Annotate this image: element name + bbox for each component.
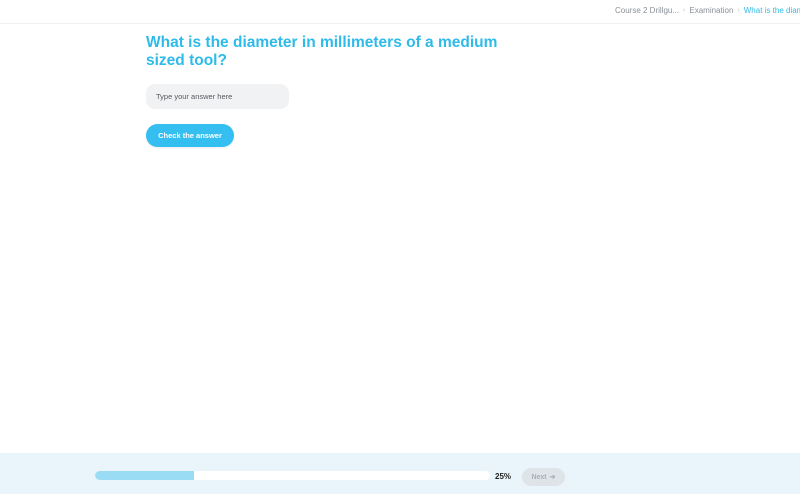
- footer-bar: 25% Next ➔: [0, 453, 800, 494]
- breadcrumb-course[interactable]: Course 2 Drillgu...: [615, 6, 679, 15]
- breadcrumb-separator: ›: [683, 7, 686, 14]
- progress-percentage: 25%: [495, 472, 512, 481]
- answer-input[interactable]: [146, 84, 289, 109]
- top-bar: Course 2 Drillgu... › Examination › What…: [0, 0, 800, 24]
- next-button-label: Next: [531, 473, 547, 481]
- check-answer-button[interactable]: Check the answer: [146, 124, 234, 147]
- arrow-right-icon: ➔: [549, 474, 556, 481]
- breadcrumb-current: What is the diame: [743, 6, 800, 15]
- progress-bar-fill: [95, 471, 194, 480]
- breadcrumb: Course 2 Drillgu... › Examination › What…: [615, 6, 800, 15]
- breadcrumb-separator: ›: [737, 7, 740, 14]
- breadcrumb-examination[interactable]: Examination: [689, 6, 733, 15]
- next-button[interactable]: Next ➔: [522, 468, 565, 486]
- progress-bar: [95, 471, 490, 480]
- question-title: What is the diameter in millimeters of a…: [146, 34, 498, 69]
